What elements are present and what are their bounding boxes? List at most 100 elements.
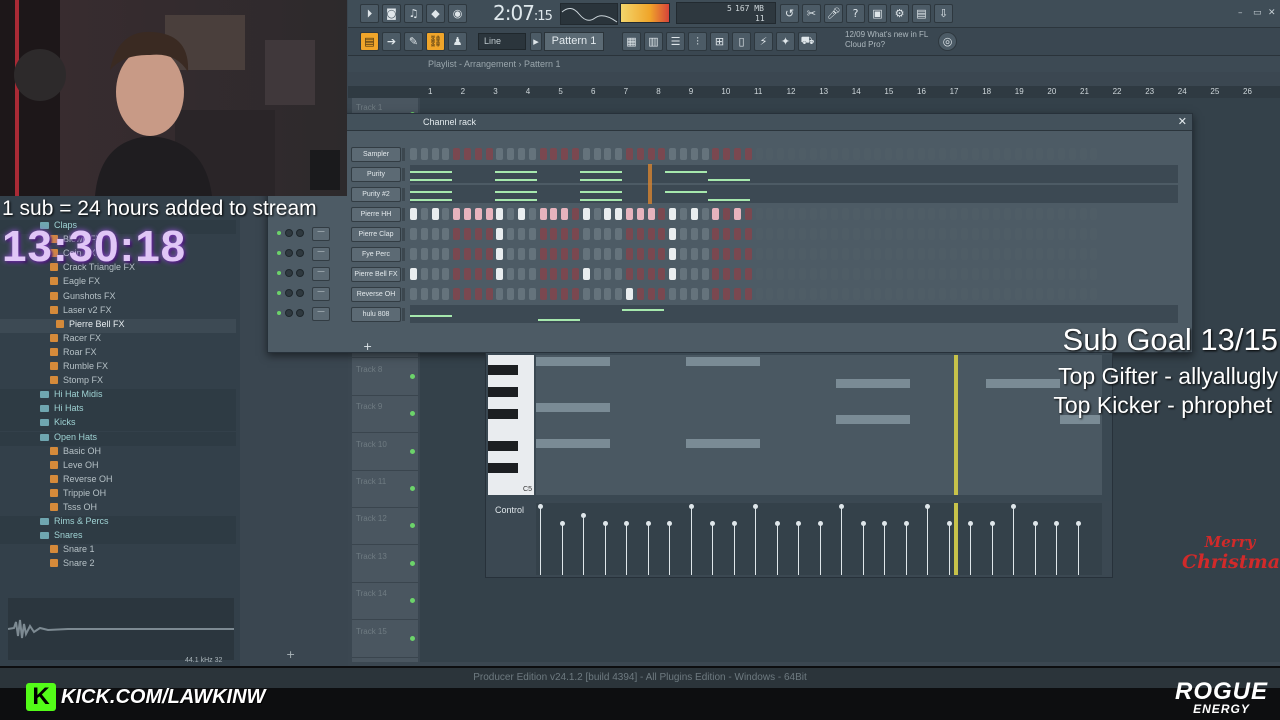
black-key[interactable] (488, 463, 518, 473)
browser-file[interactable]: Tsss OH (0, 502, 236, 516)
step-off[interactable] (852, 248, 860, 260)
step-off[interactable] (442, 288, 450, 300)
step-off[interactable] (690, 288, 698, 300)
step-off[interactable] (528, 228, 536, 240)
step-off[interactable] (831, 248, 839, 260)
step-off[interactable] (993, 228, 1001, 240)
step-off[interactable] (809, 148, 817, 160)
step-off[interactable] (1014, 288, 1022, 300)
step-off[interactable] (604, 248, 612, 260)
step-off[interactable] (960, 288, 968, 300)
piano-keyboard[interactable]: C5 (488, 355, 534, 495)
step-off[interactable] (561, 148, 569, 160)
note[interactable] (986, 379, 1060, 388)
step-off[interactable] (507, 148, 515, 160)
browser-file[interactable]: Snare 2 (0, 558, 236, 572)
step-off[interactable] (896, 268, 903, 280)
volume-knob[interactable] (296, 269, 304, 277)
step-off[interactable] (1025, 288, 1033, 300)
volume-knob[interactable] (296, 229, 304, 237)
step-off[interactable] (615, 228, 623, 240)
step-on[interactable] (496, 268, 504, 280)
step-off[interactable] (788, 288, 795, 300)
pan-knob[interactable] (285, 289, 293, 297)
step-on[interactable] (669, 228, 677, 240)
step-off[interactable] (831, 208, 839, 220)
step-off[interactable] (1079, 228, 1087, 240)
step-off[interactable] (906, 288, 914, 300)
step-off[interactable] (917, 208, 925, 220)
step-on[interactable] (626, 208, 633, 220)
step-off[interactable] (410, 288, 417, 300)
step-off[interactable] (658, 208, 666, 220)
note[interactable] (686, 439, 760, 448)
step-off[interactable] (766, 148, 774, 160)
step-off[interactable] (788, 268, 795, 280)
piano-roll-preview[interactable] (410, 165, 1178, 183)
step-off[interactable] (1079, 288, 1087, 300)
step-off[interactable] (885, 208, 893, 220)
channel-led[interactable] (277, 251, 281, 255)
step-off[interactable] (680, 288, 687, 300)
step-on[interactable] (561, 208, 569, 220)
step-on[interactable] (626, 288, 633, 300)
step-off[interactable] (712, 148, 720, 160)
step-off[interactable] (572, 148, 579, 160)
mixer-track-button[interactable]: — (312, 267, 330, 281)
step-off[interactable] (485, 228, 493, 240)
step-off[interactable] (1036, 268, 1044, 280)
step-off[interactable] (518, 148, 525, 160)
link-icon[interactable]: ⛓ (426, 32, 445, 51)
step-off[interactable] (1058, 228, 1065, 240)
step-off[interactable] (798, 248, 806, 260)
step-off[interactable] (928, 208, 936, 220)
step-off[interactable] (1068, 208, 1076, 220)
step-on[interactable] (582, 268, 590, 280)
step-off[interactable] (1047, 208, 1055, 220)
step-off[interactable] (626, 268, 633, 280)
browser-folder[interactable]: Hi Hats (0, 403, 236, 418)
step-off[interactable] (572, 248, 579, 260)
plugin-icon[interactable]: ⚡ (754, 32, 773, 51)
track-header[interactable]: Track 11 (352, 472, 418, 508)
step-off[interactable] (982, 248, 990, 260)
step-off[interactable] (723, 288, 731, 300)
cut-icon[interactable]: ✂ (802, 4, 821, 23)
step-off[interactable] (820, 148, 828, 160)
step-off[interactable] (1036, 288, 1044, 300)
step-off[interactable] (777, 248, 785, 260)
step-off[interactable] (420, 248, 428, 260)
step-off[interactable] (982, 228, 990, 240)
step-off[interactable] (993, 148, 1001, 160)
step-off[interactable] (1047, 268, 1055, 280)
browser-file[interactable]: Leve OH (0, 460, 236, 474)
velocity-lane[interactable] (536, 503, 1102, 575)
step-off[interactable] (777, 228, 785, 240)
velocity-stem[interactable] (667, 520, 672, 575)
step-off[interactable] (420, 268, 428, 280)
step-off[interactable] (712, 248, 720, 260)
track-header[interactable]: Track 13 (352, 547, 418, 583)
marketplace-icon[interactable]: ⛟ (798, 32, 817, 51)
step-off[interactable] (1058, 268, 1065, 280)
step-off[interactable] (950, 148, 957, 160)
mixer-track-button[interactable]: — (312, 287, 330, 301)
step-off[interactable] (777, 268, 785, 280)
step-off[interactable] (874, 248, 882, 260)
channel-select[interactable] (402, 308, 405, 321)
step-off[interactable] (820, 288, 828, 300)
pan-knob[interactable] (285, 249, 293, 257)
step-off[interactable] (485, 148, 493, 160)
step-off[interactable] (852, 268, 860, 280)
channel-select[interactable] (402, 188, 405, 201)
step-off[interactable] (863, 208, 871, 220)
step-off[interactable] (820, 228, 828, 240)
close-window-icon[interactable]: ✕ (1268, 8, 1280, 18)
step-off[interactable] (744, 228, 752, 240)
step-off[interactable] (766, 208, 774, 220)
step-on[interactable] (496, 228, 504, 240)
step-off[interactable] (550, 248, 558, 260)
step-off[interactable] (1079, 208, 1087, 220)
step-off[interactable] (647, 148, 655, 160)
browser-folder[interactable]: Open Hats (0, 431, 236, 446)
